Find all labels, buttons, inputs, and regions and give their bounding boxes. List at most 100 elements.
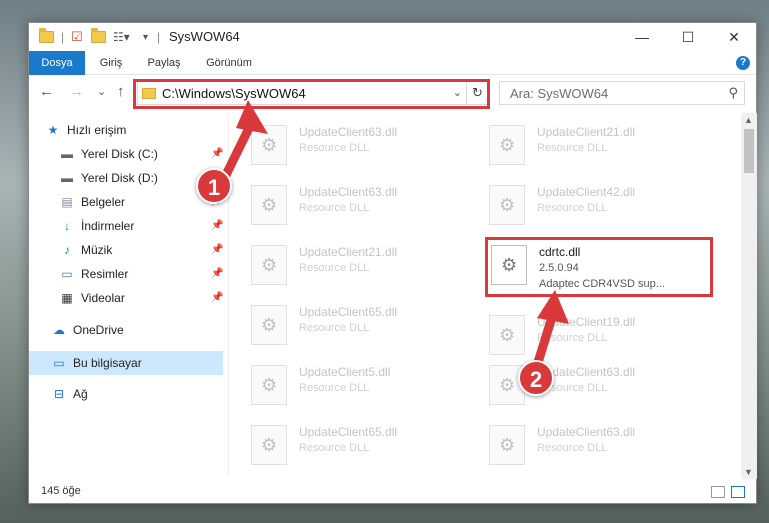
new-folder-icon[interactable] xyxy=(91,28,106,45)
file-tile[interactable]: UpdateClient65.dll Resource DLL xyxy=(251,421,481,467)
file-tile[interactable]: UpdateClient42.dll Resource DLL xyxy=(489,181,719,227)
sidebar-item-videos[interactable]: ▦ Videolar xyxy=(59,287,124,309)
help-icon[interactable]: ? xyxy=(736,56,750,70)
file-name: UpdateClient42.dll xyxy=(537,185,636,199)
sidebar-item-label: Yerel Disk (D:) xyxy=(81,171,158,185)
vertical-scrollbar[interactable]: ▲ ▼ xyxy=(741,113,757,479)
tab-view[interactable]: Görünüm xyxy=(199,51,259,75)
sidebar-item-label: Resimler xyxy=(81,267,129,281)
file-name: UpdateClient21.dll xyxy=(299,245,398,259)
computer-icon: ▭ xyxy=(53,356,65,370)
properties-icon[interactable]: ☑ xyxy=(71,29,83,45)
sidebar-item-drive-c[interactable]: ▬ Yerel Disk (C:) xyxy=(59,143,158,165)
details-view-icon[interactable] xyxy=(711,486,725,498)
file-tile[interactable]: UpdateClient5.dll Resource DLL xyxy=(251,361,481,407)
drive-icon: ▬ xyxy=(61,171,73,185)
separator: | xyxy=(157,30,161,44)
sidebar-item-pictures[interactable]: ▭ Resimler xyxy=(59,263,128,285)
file-tile[interactable]: UpdateClient63.dll Resource DLL xyxy=(251,121,481,167)
sidebar-item-quick-access[interactable]: ★ Hızlı erişim xyxy=(45,119,127,141)
sidebar-item-network[interactable]: ⊟ Ağ xyxy=(51,383,88,405)
step-1-badge: 1 xyxy=(196,168,232,204)
dll-file-icon xyxy=(251,365,287,405)
file-tile[interactable]: UpdateClient63.dll Resource DLL xyxy=(489,421,719,467)
file-name: UpdateClient65.dll xyxy=(299,305,398,319)
pictures-icon: ▭ xyxy=(61,267,73,281)
ribbon-tabs: Dosya Giriş Paylaş Görünüm ? xyxy=(29,51,756,75)
sidebar-item-drive-d[interactable]: ▬ Yerel Disk (D:) xyxy=(59,167,158,189)
separator: | xyxy=(61,30,65,44)
scroll-thumb[interactable] xyxy=(744,129,754,173)
search-box[interactable]: Ara: SysWOW64 ⚲ xyxy=(499,81,745,105)
file-tile[interactable]: UpdateClient21.dll Resource DLL xyxy=(489,121,719,167)
file-name: UpdateClient5.dll xyxy=(299,365,391,379)
scroll-up-icon[interactable]: ▲ xyxy=(744,115,753,125)
dll-file-icon xyxy=(489,185,525,225)
sidebar-item-this-pc[interactable]: ▭ Bu bilgisayar xyxy=(51,352,142,374)
pin-icon[interactable]: 📌 xyxy=(211,244,223,255)
music-icon: ♪ xyxy=(64,243,70,257)
file-tile[interactable]: UpdateClient21.dll Resource DLL xyxy=(251,241,481,287)
step-2-badge: 2 xyxy=(518,360,554,396)
pin-icon[interactable]: 📌 xyxy=(211,268,223,279)
folder-icon xyxy=(39,28,54,45)
sidebar-item-label: Müzik xyxy=(81,243,113,257)
customize-qa-icon[interactable]: ☷▾ xyxy=(113,29,130,45)
large-icons-view-icon[interactable] xyxy=(731,486,745,498)
dll-file-icon xyxy=(489,125,525,165)
close-button[interactable]: ✕ xyxy=(711,23,757,51)
file-type: Resource DLL xyxy=(299,382,370,394)
sidebar-item-label: Bu bilgisayar xyxy=(73,356,142,370)
sidebar-item-label: Belgeler xyxy=(81,195,126,209)
back-button[interactable]: ← xyxy=(39,83,54,100)
up-button[interactable]: ↑ xyxy=(117,83,125,100)
sidebar-item-label: Hızlı erişim xyxy=(67,123,127,137)
file-type: Resource DLL xyxy=(537,442,608,454)
sidebar-item-label: İndirmeler xyxy=(81,219,135,233)
file-name: UpdateClient65.dll xyxy=(299,425,398,439)
video-icon: ▦ xyxy=(61,291,73,305)
qa-dropdown-icon[interactable]: ▾ xyxy=(143,29,148,45)
file-name: UpdateClient63.dll xyxy=(537,425,636,439)
sidebar-item-documents[interactable]: ▤ Belgeler xyxy=(59,191,125,213)
file-name: UpdateClient21.dll xyxy=(537,125,636,139)
file-type: Resource DLL xyxy=(299,442,370,454)
scroll-down-icon[interactable]: ▼ xyxy=(744,467,753,477)
minimize-button[interactable]: — xyxy=(619,23,665,51)
dll-file-icon xyxy=(251,305,287,345)
sidebar-item-onedrive[interactable]: ☁ OneDrive xyxy=(51,319,124,341)
sidebar-item-music[interactable]: ♪ Müzik xyxy=(59,239,112,261)
file-tile[interactable]: UpdateClient65.dll Resource DLL xyxy=(251,301,481,347)
maximize-button[interactable]: ☐ xyxy=(665,23,711,51)
tab-file[interactable]: Dosya xyxy=(29,51,85,75)
item-count: 145 öğe xyxy=(41,485,81,497)
sidebar-item-label: Ağ xyxy=(73,387,88,401)
file-type: Resource DLL xyxy=(299,262,370,274)
forward-button[interactable]: → xyxy=(69,83,84,100)
download-icon: ↓ xyxy=(64,219,70,233)
search-input[interactable]: Ara: SysWOW64 xyxy=(510,86,608,101)
address-highlight-box xyxy=(133,79,490,109)
file-type: Resource DLL xyxy=(299,322,370,334)
sidebar-item-label: Yerel Disk (C:) xyxy=(81,147,158,161)
tab-share[interactable]: Paylaş xyxy=(139,51,189,75)
window-title: SysWOW64 xyxy=(169,29,240,44)
sidebar-item-downloads[interactable]: ↓ İndirmeler xyxy=(59,215,134,237)
network-icon: ⊟ xyxy=(53,387,65,401)
star-icon: ★ xyxy=(47,123,59,137)
file-tile[interactable]: UpdateClient63.dll Resource DLL xyxy=(251,181,481,227)
file-type: Resource DLL xyxy=(299,202,370,214)
file-type: Resource DLL xyxy=(537,202,608,214)
file-type: Resource DLL xyxy=(537,142,608,154)
status-bar: 145 öğe xyxy=(29,481,756,503)
recent-locations-button[interactable]: ⌄ xyxy=(97,85,106,98)
pin-icon[interactable]: 📌 xyxy=(211,220,223,231)
search-icon[interactable]: ⚲ xyxy=(728,85,738,101)
dll-file-icon xyxy=(489,425,525,465)
pin-icon[interactable]: 📌 xyxy=(211,292,223,303)
tab-home[interactable]: Giriş xyxy=(91,51,131,75)
sidebar-item-label: OneDrive xyxy=(73,323,124,337)
file-name: UpdateClient63.dll xyxy=(299,125,398,139)
dll-file-icon xyxy=(251,425,287,465)
dll-file-icon xyxy=(251,245,287,285)
